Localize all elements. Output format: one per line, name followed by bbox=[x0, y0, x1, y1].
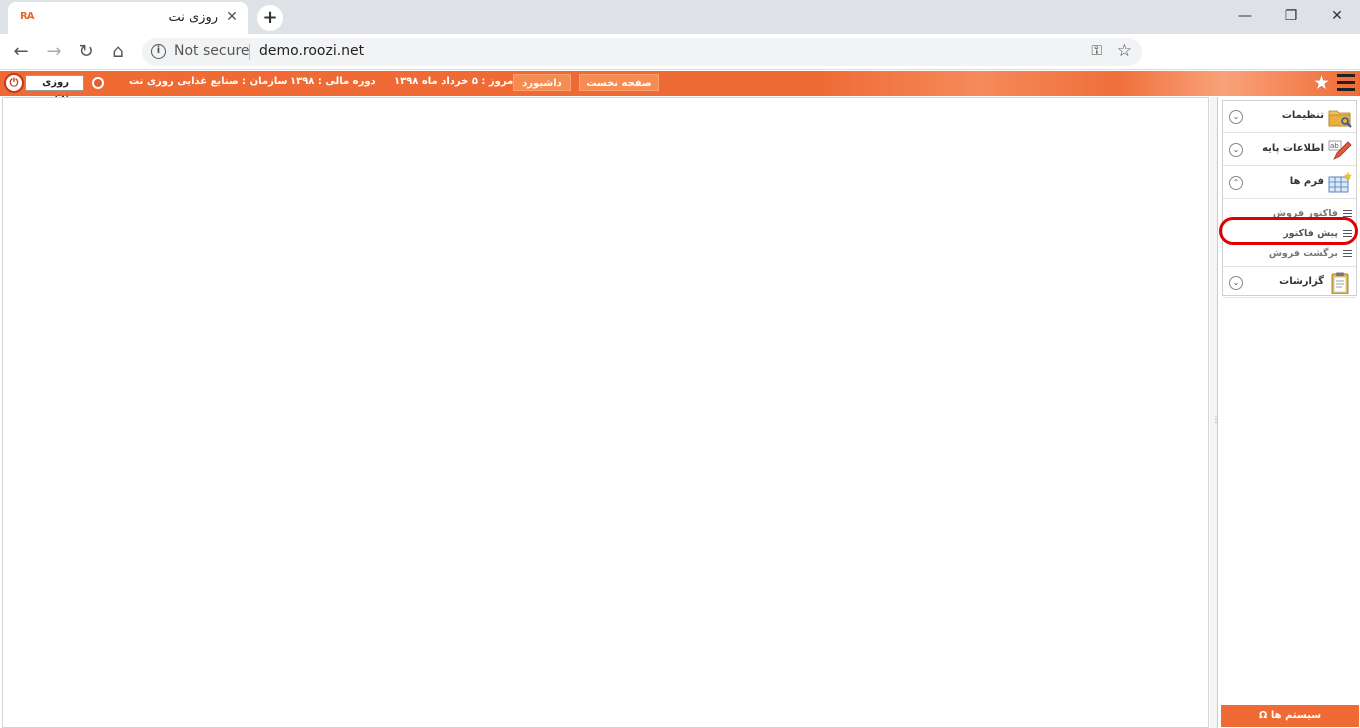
sidebar-section-label: گزارشات bbox=[1279, 276, 1324, 287]
address-bar[interactable]: i Not secure demo.roozi.net ⚿ ☆ bbox=[142, 38, 1142, 66]
sidebar-section-label: فرم ها bbox=[1289, 176, 1324, 187]
browser-toolbar: ← → ↻ ⌂ i Not secure demo.roozi.net ⚿ ☆ bbox=[0, 34, 1360, 70]
sidebar: تنظیمات ⌄ ab اطلاعات پایه ⌄ فرم ها ⌃ فاک… bbox=[1217, 97, 1360, 728]
info-icon[interactable]: i bbox=[151, 44, 166, 59]
sidebar-section-forms[interactable]: فرم ها ⌃ bbox=[1223, 167, 1356, 199]
settings-folder-icon bbox=[1328, 110, 1352, 128]
annotation-highlight-ellipse bbox=[1219, 217, 1358, 245]
sidebar-section-base-info[interactable]: ab اطلاعات پایه ⌄ bbox=[1223, 134, 1356, 166]
pencil-edit-icon: ab bbox=[1328, 140, 1352, 160]
home-icon[interactable]: ⌂ bbox=[107, 41, 129, 63]
bookmark-star-icon[interactable]: ☆ bbox=[1117, 41, 1132, 61]
menu-item-label: برگشت فروش bbox=[1268, 248, 1338, 259]
forms-table-icon bbox=[1328, 172, 1352, 193]
main-content-area bbox=[2, 97, 1209, 728]
security-label[interactable]: Not secure bbox=[174, 43, 250, 59]
fiscal-period-label: دوره مالی : ۱۳۹۸ bbox=[290, 76, 376, 87]
tab-close-icon[interactable]: ✕ bbox=[224, 9, 240, 25]
today-date-label: امروز : ۵ خرداد ماه ۱۳۹۸ bbox=[394, 76, 517, 87]
organization-label: سازمان : صنایع غذایی روزی نت bbox=[129, 76, 288, 87]
dashboard-button[interactable]: داشبورد bbox=[513, 74, 571, 91]
minimize-button[interactable]: — bbox=[1222, 5, 1268, 27]
maximize-button[interactable]: ❐ bbox=[1268, 5, 1314, 27]
browser-tab[interactable]: RA روزی نت ✕ bbox=[8, 2, 248, 34]
sidebar-section-label: اطلاعات پایه bbox=[1262, 143, 1324, 154]
list-icon bbox=[1343, 250, 1352, 258]
forward-arrow-icon[interactable]: → bbox=[43, 41, 65, 63]
hamburger-menu-icon[interactable] bbox=[1337, 74, 1355, 91]
menu-item-sales-return[interactable]: برگشت فروش bbox=[1223, 244, 1356, 264]
systems-button[interactable]: سیستم ها Ω bbox=[1221, 705, 1359, 727]
favorites-star-icon[interactable]: ★ bbox=[1313, 73, 1330, 93]
pane-splitter[interactable]: ⋮ bbox=[1210, 97, 1220, 728]
sidebar-section-reports[interactable]: گزارشات ⌄ bbox=[1223, 266, 1356, 298]
window-close-button[interactable]: ✕ bbox=[1314, 5, 1360, 27]
chevron-down-icon[interactable]: ⌄ bbox=[1229, 143, 1243, 157]
reload-icon[interactable]: ↻ bbox=[75, 41, 97, 63]
sidebar-section-settings[interactable]: تنظیمات ⌄ bbox=[1223, 101, 1356, 133]
app-header-bar: ⏻ روزی نت سازمان : صنایع غذایی روزی نت د… bbox=[0, 71, 1360, 102]
clipboard-icon bbox=[1331, 272, 1349, 294]
chevron-down-icon[interactable]: ⌄ bbox=[1229, 276, 1243, 290]
status-circle-icon[interactable] bbox=[92, 77, 104, 89]
chevron-up-icon[interactable]: ⌃ bbox=[1229, 176, 1243, 190]
power-icon[interactable]: ⏻ bbox=[4, 73, 24, 93]
back-arrow-icon[interactable]: ← bbox=[10, 41, 32, 63]
new-tab-button[interactable]: + bbox=[257, 5, 283, 31]
svg-text:ab: ab bbox=[1330, 142, 1339, 150]
site-favicon-icon: RA bbox=[20, 11, 34, 22]
home-page-button[interactable]: صفحه نخست bbox=[579, 74, 659, 91]
browser-tabstrip: RA روزی نت ✕ + — ❐ ✕ bbox=[0, 0, 1360, 34]
url-text[interactable]: demo.roozi.net bbox=[259, 43, 364, 59]
sidebar-accordion: تنظیمات ⌄ ab اطلاعات پایه ⌄ فرم ها ⌃ فاک… bbox=[1222, 100, 1357, 298]
sidebar-section-label: تنظیمات bbox=[1281, 110, 1324, 121]
user-name-box[interactable]: روزی نت bbox=[25, 75, 84, 102]
chevron-down-icon[interactable]: ⌄ bbox=[1229, 110, 1243, 124]
omnibox-divider bbox=[249, 44, 250, 60]
tab-title: روزی نت bbox=[168, 10, 218, 25]
key-icon[interactable]: ⚿ bbox=[1091, 43, 1102, 59]
